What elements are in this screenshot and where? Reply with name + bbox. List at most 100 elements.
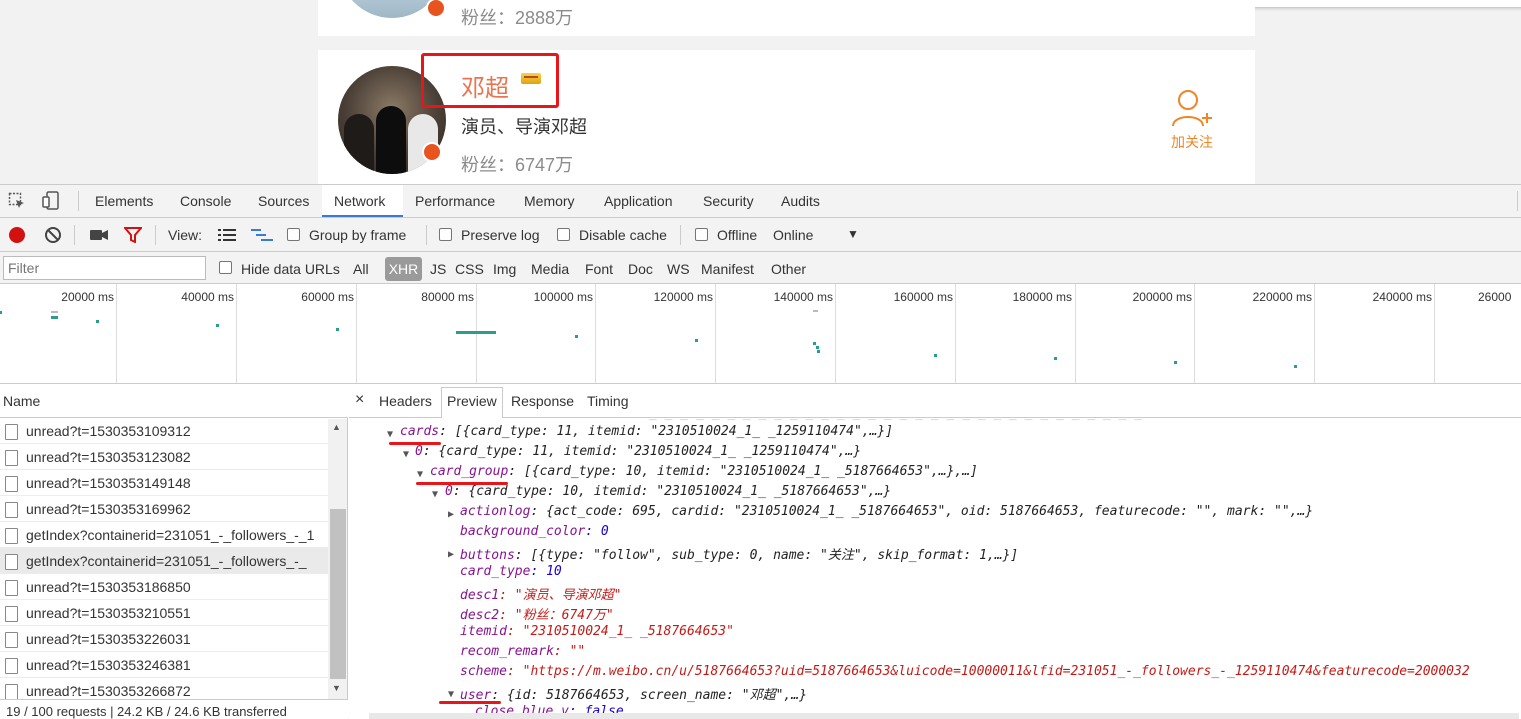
expand-toggle-icon[interactable]: ▼ xyxy=(417,469,423,480)
json-line[interactable]: desc1: "演员、导演邓超" xyxy=(460,584,621,603)
tab-memory[interactable]: Memory xyxy=(524,193,575,209)
scrollbar-thumb[interactable] xyxy=(330,509,346,679)
json-line[interactable]: card_type: 10 xyxy=(460,564,562,579)
scroll-down-icon[interactable]: ▼ xyxy=(332,683,341,693)
type-filter-manifest[interactable]: Manifest xyxy=(701,261,754,277)
device-toolbar-icon[interactable] xyxy=(42,191,60,214)
request-row[interactable]: unread?t=1530353109312 xyxy=(0,418,328,444)
disable-cache-checkbox[interactable] xyxy=(557,228,570,241)
request-row[interactable]: unread?t=1530353169962 xyxy=(0,496,328,522)
tab-console[interactable]: Console xyxy=(180,193,231,209)
type-filter-media[interactable]: Media xyxy=(531,261,569,277)
type-filter-xhr[interactable]: XHR xyxy=(385,257,422,281)
screenshot-camera-icon[interactable] xyxy=(90,228,108,245)
user-card-previous[interactable]: 粉丝：2888万 xyxy=(318,0,1255,36)
hide-data-urls-label[interactable]: Hide data URLs xyxy=(241,261,340,277)
json-line[interactable]: 0: {card_type: 10, itemid: "2310510024_1… xyxy=(445,484,891,499)
json-line[interactable]: 0: {card_type: 11, itemid: "2310510024_1… xyxy=(415,444,861,459)
follow-button[interactable]: 加关注 xyxy=(1152,88,1232,152)
preserve-log-checkbox[interactable] xyxy=(439,228,452,241)
clear-icon[interactable] xyxy=(44,226,62,247)
request-row[interactable]: unread?t=1530353246381 xyxy=(0,652,328,678)
json-line[interactable]: user: {id: 5187664653, screen_name: "邓超"… xyxy=(460,684,807,703)
tab-elements[interactable]: Elements xyxy=(95,193,153,209)
json-line[interactable]: background_color: 0 xyxy=(460,524,609,539)
waterfall-icon[interactable] xyxy=(251,228,273,245)
active-tab-indicator xyxy=(322,215,403,217)
expand-toggle-icon[interactable]: ▼ xyxy=(432,489,438,500)
json-line[interactable]: itemid: "2310510024_1_ _5187664653" xyxy=(460,624,734,639)
expand-toggle-icon[interactable]: ▼ xyxy=(387,429,393,440)
timeline-tick: 160000 ms xyxy=(893,290,953,304)
tab-network[interactable]: Network xyxy=(334,193,385,209)
offline-label[interactable]: Offline xyxy=(717,227,757,243)
close-icon[interactable]: × xyxy=(355,391,364,409)
request-row[interactable]: unread?t=1530353123082 xyxy=(0,444,328,470)
request-name: unread?t=1530353226031 xyxy=(26,631,191,647)
json-line[interactable]: buttons: [{type: "follow", sub_type: 0, … xyxy=(460,544,1018,563)
type-filter-img[interactable]: Img xyxy=(493,261,516,277)
group-by-frame-checkbox[interactable] xyxy=(287,228,300,241)
json-line[interactable]: actionlog: {act_code: 695, cardid: "2310… xyxy=(460,504,1313,519)
type-filter-css[interactable]: CSS xyxy=(455,261,484,277)
request-row[interactable]: unread?t=1530353149148 xyxy=(0,470,328,496)
scroll-up-icon[interactable]: ▲ xyxy=(332,422,341,432)
inspect-element-icon[interactable] xyxy=(8,192,26,213)
tab-security[interactable]: Security xyxy=(703,193,754,209)
type-filter-other[interactable]: Other xyxy=(771,261,806,277)
user-name[interactable]: 邓超 xyxy=(461,68,509,103)
json-line[interactable]: cards: [{card_type: 11, itemid: "2310510… xyxy=(400,424,893,439)
offline-checkbox[interactable] xyxy=(695,228,708,241)
json-line[interactable]: recom_remark: "" xyxy=(460,644,585,659)
fans-count: 粉丝：6747万 xyxy=(461,155,574,175)
filter-input[interactable] xyxy=(3,256,206,280)
weibo-page: 粉丝：2888万 邓超 演员、导演邓超 粉丝：6747万 加关注 xyxy=(0,0,1521,184)
hide-data-urls-checkbox[interactable] xyxy=(219,261,232,274)
horizontal-scrollbar[interactable] xyxy=(369,713,1519,719)
tab-audits[interactable]: Audits xyxy=(781,193,820,209)
request-row[interactable]: getIndex?containerid=231051_-_followers_… xyxy=(0,522,328,548)
request-row[interactable]: unread?t=1530353210551 xyxy=(0,600,328,626)
type-filter-font[interactable]: Font xyxy=(585,261,613,277)
throttling-select[interactable]: Online xyxy=(773,227,813,243)
group-by-frame-label[interactable]: Group by frame xyxy=(309,227,406,243)
disable-cache-label[interactable]: Disable cache xyxy=(579,227,667,243)
tab-preview[interactable]: Preview xyxy=(447,393,497,409)
tab-timing[interactable]: Timing xyxy=(587,393,629,409)
json-line[interactable]: desc2: "粉丝：6747万" xyxy=(460,604,614,623)
json-line[interactable]: card_group: [{card_type: 10, itemid: "23… xyxy=(430,464,978,479)
expand-toggle-icon[interactable]: ▶ xyxy=(448,509,454,520)
filter-icon[interactable] xyxy=(122,227,144,246)
add-user-icon xyxy=(1172,90,1212,127)
request-row-selected[interactable]: getIndex?containerid=231051_-_followers_… xyxy=(0,548,328,574)
file-icon xyxy=(5,424,18,440)
tab-performance[interactable]: Performance xyxy=(415,193,495,209)
tab-application[interactable]: Application xyxy=(604,193,673,209)
tab-headers[interactable]: Headers xyxy=(379,393,432,409)
file-icon xyxy=(5,502,18,518)
type-filter-ws[interactable]: WS xyxy=(667,261,690,277)
timeline-overview[interactable]: 20000 ms 40000 ms 60000 ms 80000 ms 1000… xyxy=(0,284,1521,384)
network-summary: 19 / 100 requests | 24.2 KB / 24.6 KB tr… xyxy=(0,699,348,719)
tab-response[interactable]: Response xyxy=(511,393,574,409)
expand-toggle-icon[interactable]: ▶ xyxy=(448,549,454,560)
file-icon xyxy=(5,632,18,648)
timeline-request-mark xyxy=(0,311,2,314)
type-filter-doc[interactable]: Doc xyxy=(628,261,653,277)
large-rows-icon[interactable] xyxy=(218,228,236,245)
request-name: getIndex?containerid=231051_-_followers_… xyxy=(26,553,307,569)
file-icon xyxy=(5,606,18,622)
user-card[interactable]: 邓超 演员、导演邓超 粉丝：6747万 加关注 xyxy=(318,50,1255,184)
json-line[interactable]: scheme: "https://m.weibo.cn/u/5187664653… xyxy=(460,664,1470,679)
type-filter-js[interactable]: JS xyxy=(430,261,446,277)
type-filter-all[interactable]: All xyxy=(353,261,369,277)
chevron-down-icon[interactable]: ▼ xyxy=(847,227,859,241)
name-column-header[interactable]: Name xyxy=(0,384,348,418)
request-row[interactable]: unread?t=1530353186850 xyxy=(0,574,328,600)
tab-sources[interactable]: Sources xyxy=(258,193,309,209)
record-icon[interactable] xyxy=(9,227,25,243)
expand-toggle-icon[interactable]: ▼ xyxy=(448,689,454,700)
expand-toggle-icon[interactable]: ▼ xyxy=(403,449,409,460)
request-row[interactable]: unread?t=1530353226031 xyxy=(0,626,328,652)
preserve-log-label[interactable]: Preserve log xyxy=(461,227,540,243)
